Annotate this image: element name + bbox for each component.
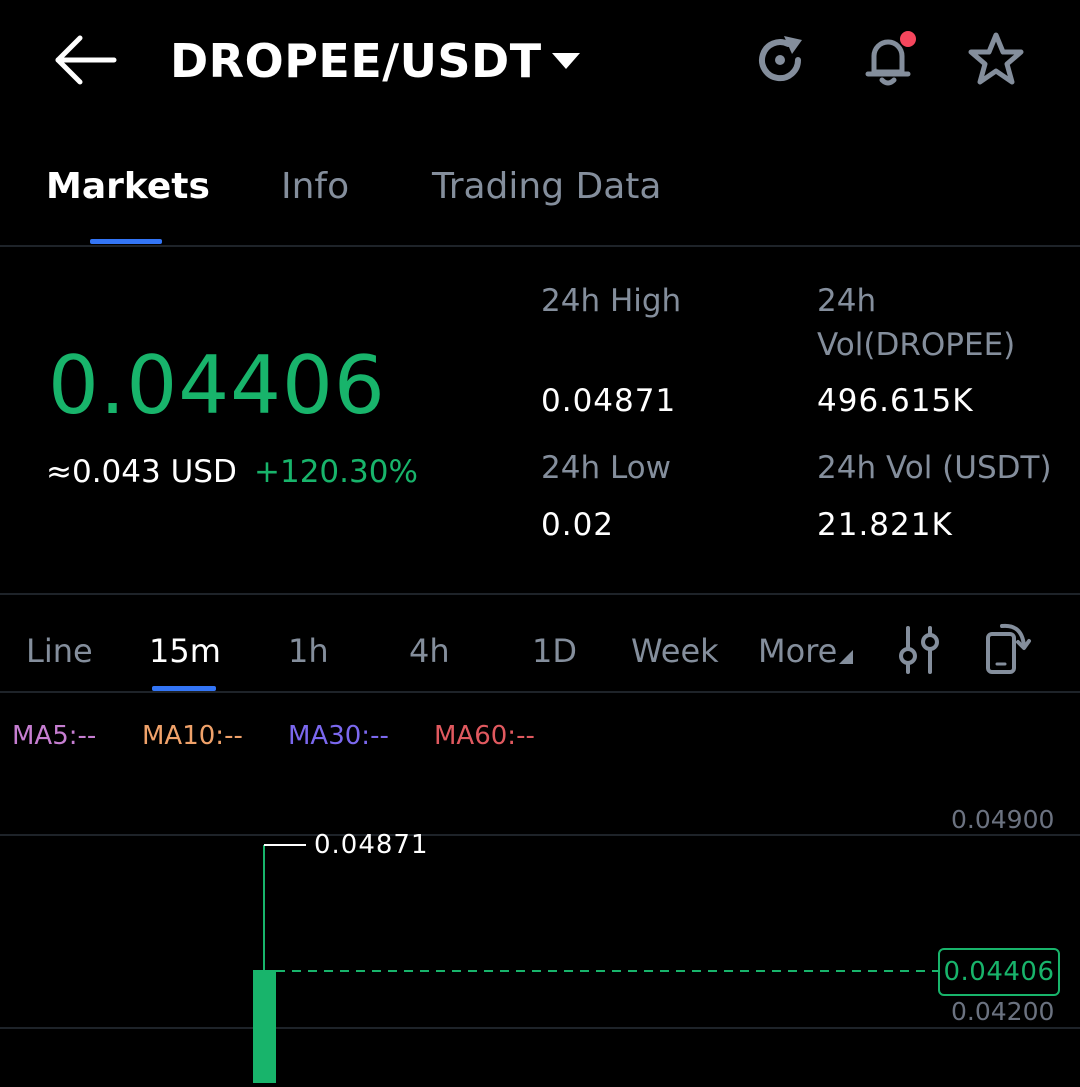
- low-label: 24h Low: [541, 450, 671, 486]
- high-value: 0.04871: [541, 383, 677, 419]
- vol-base-label-line2: Vol(DROPEE): [817, 327, 1016, 363]
- candlestick-chart: [0, 834, 1080, 1083]
- last-price-tag[interactable]: 0.04406: [938, 948, 1060, 996]
- last-price: 0.04406: [48, 339, 386, 432]
- timeframe-more[interactable]: More: [758, 628, 854, 674]
- pair-name: DROPEE/USDT: [170, 34, 542, 88]
- usd-value: ≈0.043 USD: [46, 454, 237, 490]
- ma5-label: MA5:--: [12, 721, 97, 751]
- low-value: 0.02: [541, 507, 615, 543]
- indicator-settings-icon[interactable]: [897, 624, 941, 676]
- bell-icon[interactable]: [858, 28, 922, 92]
- tabs-divider: [0, 245, 1080, 247]
- rotate-screen-icon[interactable]: [982, 620, 1032, 676]
- high-label: 24h High: [541, 283, 682, 319]
- tab-markets[interactable]: Markets: [46, 160, 210, 214]
- timeframe-line[interactable]: Line: [26, 628, 93, 674]
- timeframe-15m[interactable]: 15m: [149, 628, 221, 674]
- tab-info[interactable]: Info: [281, 160, 349, 214]
- refresh-icon[interactable]: [750, 30, 810, 90]
- vol-base-label-line1: 24h: [817, 283, 877, 319]
- back-arrow-icon[interactable]: [50, 30, 120, 90]
- triangle-corner-icon: [839, 650, 854, 664]
- vol-quote-label: 24h Vol (USDT): [817, 450, 1052, 486]
- pair-selector[interactable]: DROPEE/USDT: [170, 30, 580, 92]
- vol-base-value: 496.615K: [817, 383, 974, 419]
- chevron-down-icon: [551, 52, 580, 69]
- axis-label-bottom: 0.04200: [951, 997, 1055, 1026]
- timeframe-week[interactable]: Week: [631, 628, 719, 674]
- ma60-label: MA60:--: [434, 721, 535, 751]
- timeframe-divider: [0, 691, 1080, 693]
- tab-trading-data[interactable]: Trading Data: [432, 160, 661, 214]
- price-change: +120.30%: [254, 454, 418, 490]
- ma10-label: MA10:--: [142, 721, 243, 751]
- axis-label-top: 0.04900: [951, 805, 1055, 834]
- high-marker-label: 0.04871: [314, 830, 429, 860]
- ticker-divider: [0, 593, 1080, 595]
- notification-dot: [900, 31, 916, 47]
- price-chart[interactable]: [0, 760, 1080, 1083]
- vol-quote-value: 21.821K: [817, 507, 953, 543]
- ma30-label: MA30:--: [288, 721, 389, 751]
- star-icon[interactable]: [964, 30, 1028, 90]
- timeframe-4h[interactable]: 4h: [409, 628, 450, 674]
- tab-active-indicator: [90, 239, 162, 244]
- timeframe-1d[interactable]: 1D: [532, 628, 577, 674]
- timeframe-1h[interactable]: 1h: [288, 628, 329, 674]
- candle-body: [253, 970, 276, 1083]
